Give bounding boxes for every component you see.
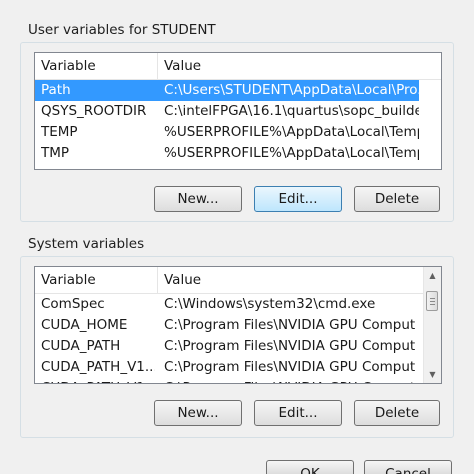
variable-name-cell: CUDA_PATH_V1... — [41, 359, 155, 375]
variable-name-cell: CUDA_PATH — [41, 338, 121, 354]
grip-line — [430, 301, 435, 302]
variable-name-cell: CUDA_HOME — [41, 317, 128, 333]
variable-value-cell: C:\intelFPGA\16.1\quartus\sopc_builder..… — [164, 103, 419, 119]
grip-line — [430, 304, 435, 305]
table-row[interactable]: TMP %USERPROFILE%\AppData\Local\Temp — [35, 143, 419, 164]
variable-name-cell: Path — [41, 82, 71, 98]
variable-value-cell: %USERPROFILE%\AppData\Local\Temp — [164, 145, 419, 161]
scroll-up-arrow-icon[interactable]: ▲ — [424, 267, 441, 284]
variable-name-cell: TMP — [41, 145, 70, 161]
user-edit-button[interactable]: Edit... — [254, 186, 342, 212]
user-variables-list[interactable]: Variable Value Path C:\Users\STUDENT\AppD… — [34, 52, 442, 170]
scroll-thumb[interactable] — [426, 291, 438, 311]
variable-value-cell: C:\Users\STUDENT\AppData\Local\Pro... — [164, 82, 419, 98]
system-variables-header: Variable Value — [35, 267, 424, 294]
table-row[interactable]: CUDA_PATH_V1... C:\Program Files\NVIDIA G… — [35, 378, 424, 383]
ok-button[interactable]: OK — [266, 460, 354, 474]
variable-value-cell: C:\Program Files\NVIDIA GPU Computin... — [164, 317, 416, 333]
variable-value-cell: C:\Program Files\NVIDIA GPU Computin... — [164, 359, 416, 375]
table-row[interactable]: ComSpec C:\Windows\system32\cmd.exe — [35, 294, 424, 315]
user-delete-button[interactable]: Delete — [354, 186, 440, 212]
table-row[interactable]: Path C:\Users\STUDENT\AppData\Local\Pro..… — [35, 80, 419, 101]
variable-name-cell: ComSpec — [41, 296, 105, 312]
table-row[interactable]: TEMP %USERPROFILE%\AppData\Local\Temp — [35, 122, 419, 143]
scroll-down-arrow-icon[interactable]: ▼ — [424, 366, 441, 383]
cancel-button[interactable]: Cancel — [364, 460, 452, 474]
variable-name-cell: TEMP — [41, 124, 78, 140]
column-header-value[interactable]: Value — [158, 267, 424, 293]
column-header-variable[interactable]: Variable — [35, 267, 157, 293]
column-header-variable[interactable]: Variable — [35, 53, 157, 79]
grip-line — [430, 298, 435, 299]
table-row[interactable]: QSYS_ROOTDIR C:\intelFPGA\16.1\quartus\so… — [35, 101, 419, 122]
system-variables-label: System variables — [26, 236, 147, 252]
system-new-button[interactable]: New... — [154, 400, 242, 426]
system-variables-list[interactable]: Variable Value ComSpec C:\Windows\system3… — [34, 266, 442, 384]
variable-name-cell: CUDA_PATH_V1... — [41, 378, 155, 383]
variable-value-cell: C:\Program Files\NVIDIA GPU Computin... — [164, 378, 416, 383]
variable-value-cell: C:\Program Files\NVIDIA GPU Computin... — [164, 338, 416, 354]
system-edit-button[interactable]: Edit... — [254, 400, 342, 426]
user-new-button[interactable]: New... — [154, 186, 242, 212]
user-variables-header: Variable Value — [35, 53, 441, 80]
variable-value-cell: %USERPROFILE%\AppData\Local\Temp — [164, 124, 419, 140]
system-variables-scrollbar[interactable]: ▲ ▼ — [423, 267, 441, 383]
table-row[interactable]: CUDA_PATH C:\Program Files\NVIDIA GPU Com… — [35, 336, 424, 357]
variable-name-cell: QSYS_ROOTDIR — [41, 103, 147, 119]
variable-value-cell: C:\Windows\system32\cmd.exe — [164, 296, 376, 312]
table-row[interactable]: CUDA_HOME C:\Program Files\NVIDIA GPU Com… — [35, 315, 424, 336]
system-delete-button[interactable]: Delete — [354, 400, 440, 426]
user-variables-label: User variables for STUDENT — [26, 22, 218, 38]
column-header-value[interactable]: Value — [158, 53, 441, 79]
table-row[interactable]: CUDA_PATH_V1... C:\Program Files\NVIDIA G… — [35, 357, 424, 378]
